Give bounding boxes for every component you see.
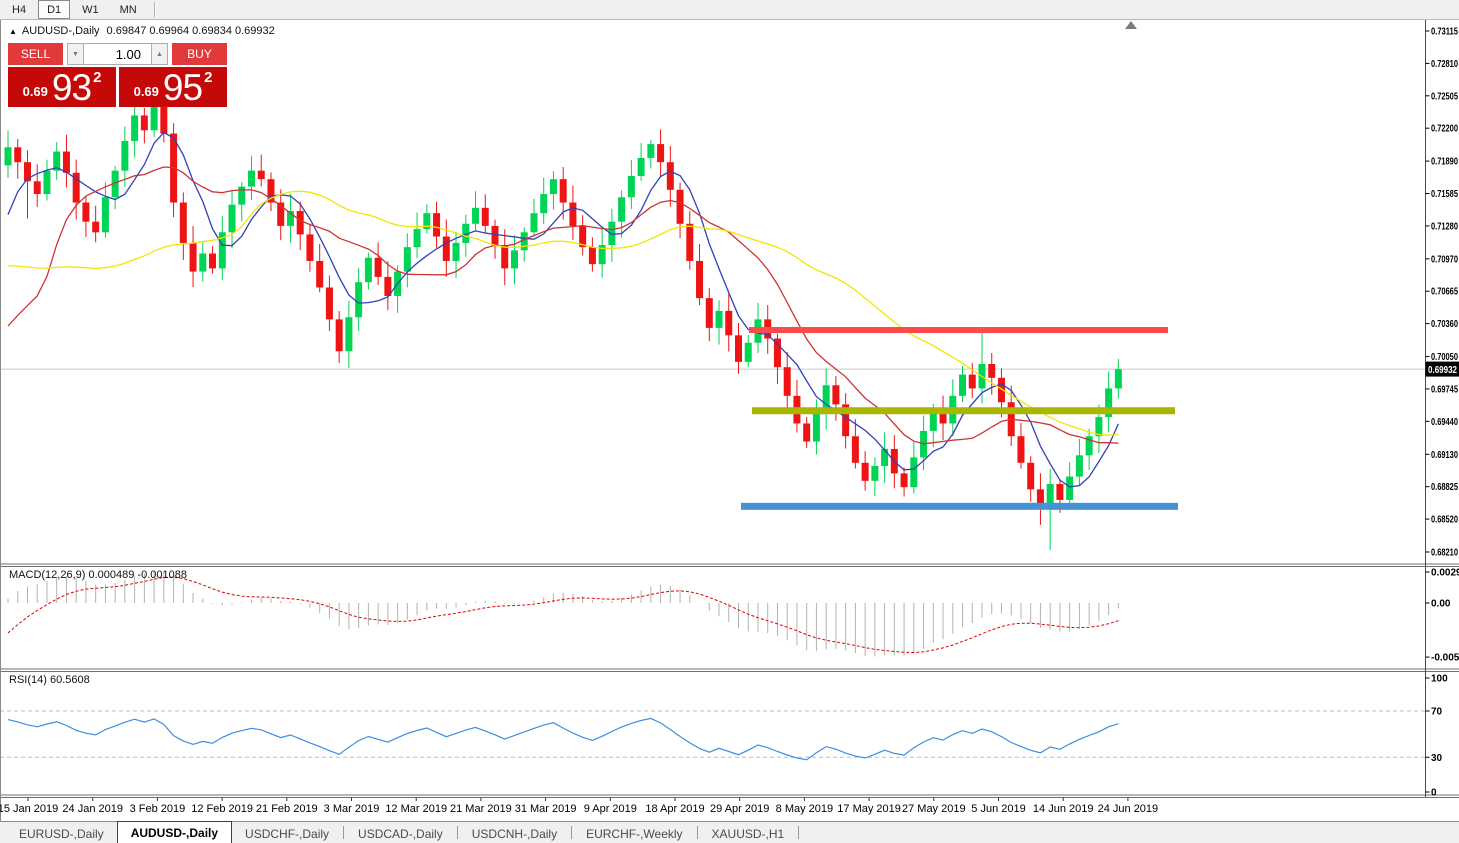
price-axis-label: 0.69130 [1431,450,1458,461]
buy-price-tile[interactable]: 0.69 95 2 [119,67,227,107]
rsi-axis-label: 100 [1431,674,1448,685]
time-axis-label: 21 Feb 2019 [256,803,318,815]
price-axis-label: 0.70360 [1431,319,1458,330]
time-axis-label: 15 Jan 2019 [0,803,58,815]
tab-divider [456,826,458,839]
sell-price-prefix: 0.69 [22,84,48,99]
buy-button[interactable]: BUY [172,43,227,65]
time-axis-label: 31 Mar 2019 [515,803,577,815]
sell-button[interactable]: SELL [8,43,63,65]
macd-axis-label: -0.00525 [1431,653,1459,664]
price-axis-label: 0.71280 [1431,221,1458,232]
sell-price-pips: 93 [51,66,92,108]
price-axis-label: 0.68210 [1431,548,1458,559]
toolbar-divider [153,2,156,17]
chart-tabs-bar: EURUSD-,Daily AUDUSD-,Daily USDCHF-,Dail… [0,821,1459,843]
tab-usdchf-daily[interactable]: USDCHF-,Daily [232,824,342,843]
time-axis-label: 12 Mar 2019 [385,803,447,815]
buy-price-fraction: 2 [204,69,213,86]
pivot-olive[interactable] [752,407,1175,415]
price-axis-label: 0.72505 [1431,91,1458,102]
sell-price-tile[interactable]: 0.69 93 2 [8,67,116,107]
sell-price-fraction: 2 [93,69,102,86]
rsi-axis-label: 0 [1431,788,1437,799]
price-axis-label: 0.70050 [1431,352,1458,363]
tab-audusd-daily[interactable]: AUDUSD-,Daily [116,821,233,843]
current-price-tag-text: 0.69932 [1428,365,1457,376]
price-axis-label: 0.69440 [1431,417,1458,428]
chart-header: ▲ AUDUSD-,Daily 0.69847 0.69964 0.69834 0.… [9,25,275,37]
price-axis-label: 0.69745 [1431,384,1458,395]
price-axis-label: 0.70665 [1431,287,1458,298]
time-axis-label: 24 Jun 2019 [1098,803,1159,815]
terminal-window: 0.73115 0.72810 0.72505 0.72200 0.71890 0.715… [0,0,1459,843]
time-axis-label: 24 Jan 2019 [62,803,123,815]
time-axis-label: 8 May 2019 [776,803,833,815]
support-blue[interactable] [741,502,1178,510]
macd-axis-label: 0.00 [1431,599,1451,610]
timeframe-h4-button[interactable]: H4 [3,0,35,19]
price-axis-label: 0.71890 [1431,157,1458,168]
price-axis-label: 0.72200 [1431,124,1458,135]
tab-divider [571,826,573,839]
chart-canvas[interactable]: 0.73115 0.72810 0.72505 0.72200 0.71890 0.715… [0,0,1459,843]
time-axis-label: 3 Feb 2019 [130,803,186,815]
timeframe-mn-button[interactable]: MN [111,0,146,19]
tab-divider [798,826,800,839]
time-axis-label: 18 Apr 2019 [645,803,704,815]
one-click-trading-widget: SELL ▼ 1.00 ▲ BUY 0.69 93 2 0.69 95 2 [8,43,227,107]
rsi-axis-label: 70 [1431,707,1443,718]
macd-indicator-label: MACD(12,26,9) 0.000489 -0.001088 [9,569,187,581]
time-axis-label: 27 May 2019 [902,803,966,815]
resistance-red[interactable] [749,327,1168,334]
price-axis-label: 0.72810 [1431,59,1458,70]
time-axis-label: 5 Jun 2019 [971,803,1025,815]
tab-xauusd-h1[interactable]: XAUUSD-,H1 [699,824,798,843]
time-axis-label: 12 Feb 2019 [191,803,253,815]
time-axis-label: 29 Apr 2019 [710,803,769,815]
timeframe-w1-button[interactable]: W1 [73,0,108,19]
tab-divider [343,826,345,839]
chart-shift-marker-icon[interactable] [1125,21,1137,29]
volume-increase-button[interactable]: ▲ [151,43,168,65]
tab-divider [696,826,698,839]
price-axis-label: 0.70970 [1431,254,1458,265]
volume-input[interactable]: 1.00 [84,43,151,65]
symbol-marker-icon: ▲ [9,27,17,36]
tab-usdcad-daily[interactable]: USDCAD-,Daily [345,824,456,843]
price-axis-label: 0.68825 [1431,482,1458,493]
price-axis-label: 0.68520 [1431,515,1458,526]
macd-axis-label: 0.002984 [1431,568,1459,579]
time-axis-label: 14 Jun 2019 [1033,803,1094,815]
tab-usdcnh-daily[interactable]: USDCNH-,Daily [459,824,570,843]
timeframe-d1-button[interactable]: D1 [38,0,71,19]
time-axis-label: 21 Mar 2019 [450,803,512,815]
time-axis-label: 3 Mar 2019 [324,803,380,815]
rsi-indicator-label: RSI(14) 60.5608 [9,674,90,686]
volume-decrease-button[interactable]: ▼ [67,43,84,65]
chart-ohlc-values: 0.69847 0.69964 0.69834 0.69932 [106,25,275,37]
chart-symbol-label: AUDUSD-,Daily [21,25,100,37]
time-axis-label: 9 Apr 2019 [584,803,637,815]
buy-price-pips: 95 [162,66,203,108]
rsi-axis-label: 30 [1431,753,1443,764]
buy-price-prefix: 0.69 [133,84,159,99]
price-axis-label: 0.73115 [1431,27,1458,38]
timeframe-toolbar: H4 D1 W1 MN [0,0,1459,20]
time-axis-label: 17 May 2019 [837,803,901,815]
tab-eurchf-weekly[interactable]: EURCHF-,Weekly [573,824,695,843]
price-axis-label: 0.71585 [1431,189,1458,200]
tab-eurusd-daily[interactable]: EURUSD-,Daily [6,824,117,843]
